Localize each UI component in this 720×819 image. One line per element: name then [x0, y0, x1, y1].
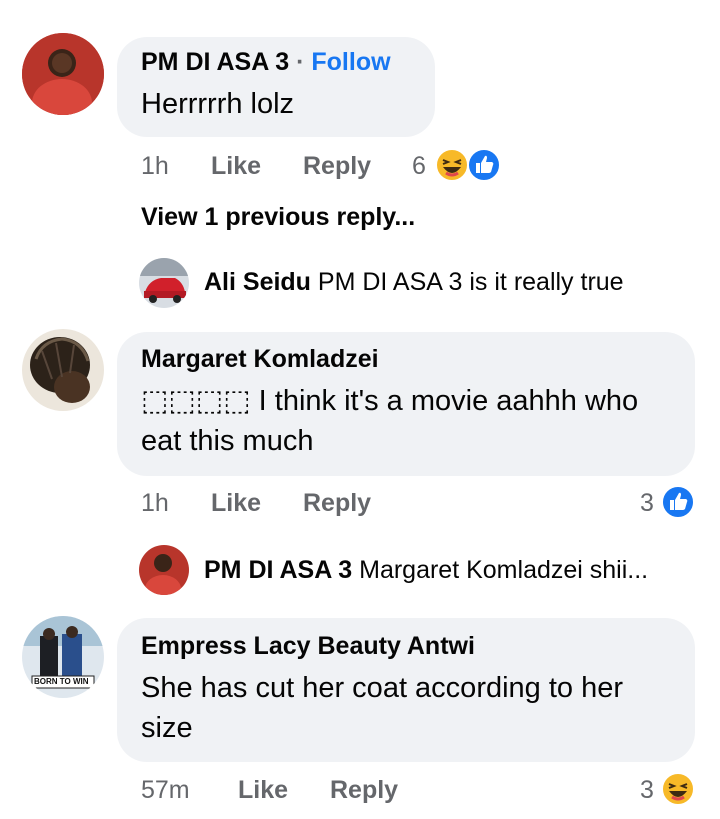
reaction-count[interactable]: 3 [640, 489, 654, 518]
comment-text: Herrrrrh lolz [141, 88, 295, 120]
comment-text-line: She has cut her coat according to her [141, 672, 624, 704]
reaction-count[interactable]: 3 [640, 776, 654, 805]
view-previous-replies-link[interactable]: View 1 previous reply... [141, 203, 415, 232]
comment-time[interactable]: 1h [141, 152, 169, 181]
like-thumb-icon[interactable] [660, 484, 696, 520]
avatar[interactable] [139, 258, 189, 308]
comment-author[interactable]: Margaret Komladzei [141, 345, 379, 374]
follow-button[interactable]: Follow [311, 48, 390, 76]
comment-time[interactable]: 57m [141, 776, 190, 805]
person-photo-icon [139, 545, 189, 595]
person-photo-icon [22, 33, 104, 115]
comment-time[interactable]: 1h [141, 489, 169, 518]
comment-text-line: size [141, 712, 193, 744]
like-button[interactable]: Like [211, 489, 261, 518]
comment-author[interactable]: Empress Lacy Beauty Antwi [141, 632, 475, 661]
avatar[interactable] [22, 329, 104, 411]
like-thumb-icon[interactable] [466, 147, 502, 183]
comment-text-line: eat this much [141, 425, 314, 457]
reaction-count[interactable]: 6 [412, 152, 426, 181]
separator-dot: · [289, 48, 312, 76]
haha-emoji-icon[interactable] [434, 147, 470, 183]
reply-author[interactable]: Ali Seidu [204, 268, 311, 296]
reply-button[interactable]: Reply [330, 776, 398, 805]
like-button[interactable]: Like [211, 152, 261, 181]
avatar[interactable]: BORN TO WIN [22, 616, 104, 698]
comment-author[interactable]: PM DI ASA 3 [141, 48, 289, 76]
reply-text: Margaret Komladzei shii... [359, 556, 649, 584]
haha-emoji-icon[interactable] [660, 771, 696, 807]
reply-text: PM DI ASA 3 is it really true [317, 268, 624, 296]
reply-button[interactable]: Reply [303, 489, 371, 518]
car-photo-icon [139, 258, 189, 308]
reply-button[interactable]: Reply [303, 152, 371, 181]
avatar-caption: BORN TO WIN [34, 677, 89, 686]
comment-text-line: ⬚⬚⬚⬚ I think it's a movie aahhh who [141, 385, 639, 417]
avatar[interactable] [139, 545, 189, 595]
reply-author[interactable]: PM DI ASA 3 [204, 556, 352, 584]
like-button[interactable]: Like [238, 776, 288, 805]
avatar[interactable] [22, 33, 104, 115]
person-photo-icon [22, 329, 104, 411]
